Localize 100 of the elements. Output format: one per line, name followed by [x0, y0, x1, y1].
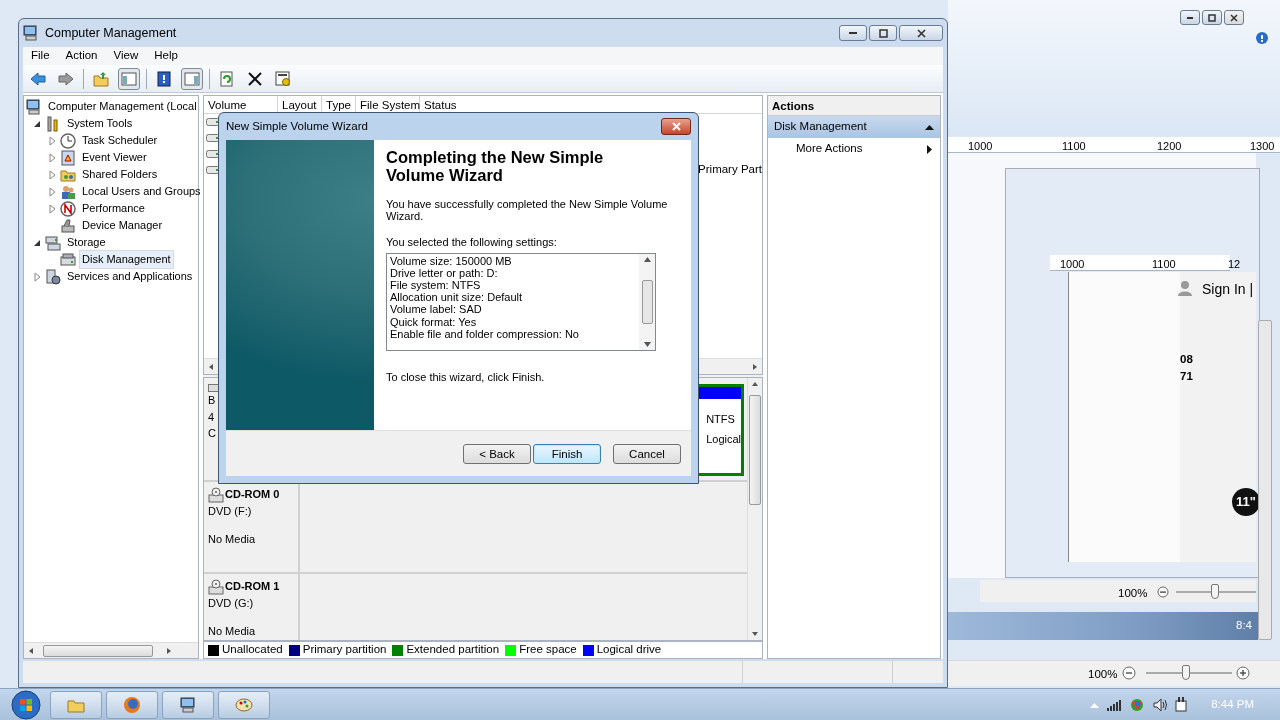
- maximize-button[interactable]: [1202, 10, 1222, 25]
- globe-icon[interactable]: [1129, 697, 1146, 712]
- dialog-button[interactable]: Finish: [533, 443, 601, 464]
- ruler-label: 1000: [968, 139, 993, 154]
- slider-thumb[interactable]: [1182, 665, 1191, 680]
- services-icon: [45, 268, 61, 285]
- expand-arrow-icon[interactable]: [47, 186, 57, 197]
- left-arrow-icon: [27, 646, 35, 655]
- legend-label: Unallocated: [222, 642, 283, 658]
- tree-item[interactable]: System Tools: [64, 114, 136, 133]
- taskbar-button[interactable]: [162, 690, 214, 719]
- column-header[interactable]: Status: [420, 96, 720, 113]
- partition-text: NTFS: [706, 412, 736, 427]
- user-icon: [1178, 280, 1192, 296]
- menu-item[interactable]: File: [23, 47, 58, 65]
- partition-text: Logical: [706, 432, 741, 447]
- expand-arrow-icon[interactable]: [47, 135, 57, 146]
- panel-icon: [121, 70, 137, 87]
- expand-arrow-icon[interactable]: [47, 169, 57, 180]
- maximize-icon: [1208, 13, 1216, 22]
- tree-item[interactable]: Services and Applications: [64, 267, 196, 286]
- scrollbar[interactable]: [639, 253, 655, 350]
- tree-item[interactable]: Storage: [64, 233, 109, 252]
- refresh-icon: [219, 70, 235, 87]
- ruler-label: 1000: [1060, 257, 1085, 272]
- clock-icon: [60, 132, 76, 149]
- expand-arrow-icon[interactable]: [47, 203, 57, 214]
- maximize-icon: [878, 28, 888, 38]
- tree-item[interactable]: Computer Management (Local: [45, 97, 200, 116]
- clock-text: 8:4: [1236, 618, 1252, 632]
- close-button[interactable]: [1224, 10, 1244, 25]
- taskbar-button[interactable]: [106, 690, 158, 719]
- tree-item[interactable]: Event Viewer: [79, 148, 150, 167]
- zoom-out-icon[interactable]: [1122, 666, 1136, 680]
- close-button[interactable]: [899, 25, 943, 41]
- ruler-label: 1300: [1250, 139, 1275, 154]
- tree-item[interactable]: Shared Folders: [79, 165, 161, 184]
- gauge-icon: [60, 200, 76, 217]
- zoom-level: 100%: [1088, 667, 1118, 682]
- pane-title: Actions: [768, 96, 940, 116]
- tree-item[interactable]: Performance: [79, 199, 148, 218]
- menu-item[interactable]: Action: [57, 47, 106, 65]
- tree-item[interactable]: Disk Management: [79, 250, 174, 269]
- setting-line: Volume size: 150000 MB: [390, 254, 513, 267]
- signal-bars-icon[interactable]: [1107, 698, 1122, 711]
- help-icon: [156, 70, 172, 87]
- setting-line: Quick format: Yes: [390, 315, 478, 328]
- scrollbar[interactable]: [1258, 320, 1272, 640]
- disk-label: B: [208, 393, 217, 408]
- sign-in-link[interactable]: Sign In |: [1202, 279, 1254, 300]
- close-button[interactable]: [661, 118, 691, 135]
- help-icon[interactable]: [1256, 32, 1268, 44]
- tree-item[interactable]: Task Scheduler: [79, 131, 161, 150]
- setting-line: Allocation unit size: Default: [390, 291, 524, 304]
- disk-status: No Media: [208, 624, 257, 639]
- power-plug-icon[interactable]: [1175, 697, 1188, 712]
- expand-arrow-icon[interactable]: [32, 271, 42, 282]
- legend-label: Primary partition: [302, 642, 387, 658]
- users-icon: [60, 183, 76, 200]
- ruler-label: 1100: [1152, 257, 1176, 272]
- intro-text: You have successfully completed the New Simple Volume Wizard.: [386, 198, 669, 222]
- zoom-out-icon[interactable]: [1157, 586, 1169, 598]
- slider-thumb[interactable]: [1211, 584, 1220, 599]
- action-section[interactable]: Disk Management: [768, 116, 940, 138]
- dialog-button[interactable]: < Back: [463, 443, 531, 464]
- dialog-button[interactable]: Cancel: [613, 443, 681, 464]
- legend-label: Free space: [519, 642, 577, 658]
- ruler-label: 1200: [1157, 139, 1182, 154]
- cd-drive-icon: [208, 486, 224, 503]
- forward-arrow-icon: [58, 70, 74, 87]
- close-icon: [916, 28, 926, 38]
- tree-item[interactable]: Device Manager: [79, 216, 166, 235]
- close-icon: [1230, 13, 1238, 22]
- expand-arrow-icon[interactable]: [47, 152, 57, 163]
- storage-icon: [45, 234, 61, 251]
- action-item[interactable]: More Actions: [768, 138, 940, 160]
- zoom-in-icon[interactable]: [1236, 666, 1250, 680]
- ruler-label: 12: [1228, 257, 1241, 272]
- minimize-icon: [849, 32, 857, 34]
- maximize-button[interactable]: [869, 25, 897, 41]
- up-arrow-icon: [751, 381, 759, 387]
- collapse-arrow-icon[interactable]: [925, 124, 934, 130]
- log-icon: [60, 149, 76, 166]
- delete-icon: [247, 70, 263, 87]
- left-arrow-icon: [207, 362, 215, 371]
- tree-item[interactable]: Local Users and Groups: [79, 182, 204, 201]
- minimize-button[interactable]: [1180, 10, 1200, 25]
- globe-icon: [123, 695, 141, 714]
- panel-icon: [184, 70, 200, 87]
- computer-icon: [23, 25, 39, 41]
- legend-label: Extended partition: [406, 642, 500, 658]
- right-arrow-icon: [751, 362, 759, 371]
- back-arrow-icon: [30, 70, 46, 87]
- menu-item[interactable]: Help: [146, 47, 186, 65]
- speaker-icon[interactable]: [1153, 697, 1168, 712]
- menu-item[interactable]: View: [105, 47, 147, 65]
- minimize-button[interactable]: [839, 25, 867, 41]
- setting-line: Enable file and folder compression: No: [390, 327, 580, 340]
- disk-type: DVD (F:): [208, 503, 253, 519]
- cd-drive-icon: [208, 578, 224, 595]
